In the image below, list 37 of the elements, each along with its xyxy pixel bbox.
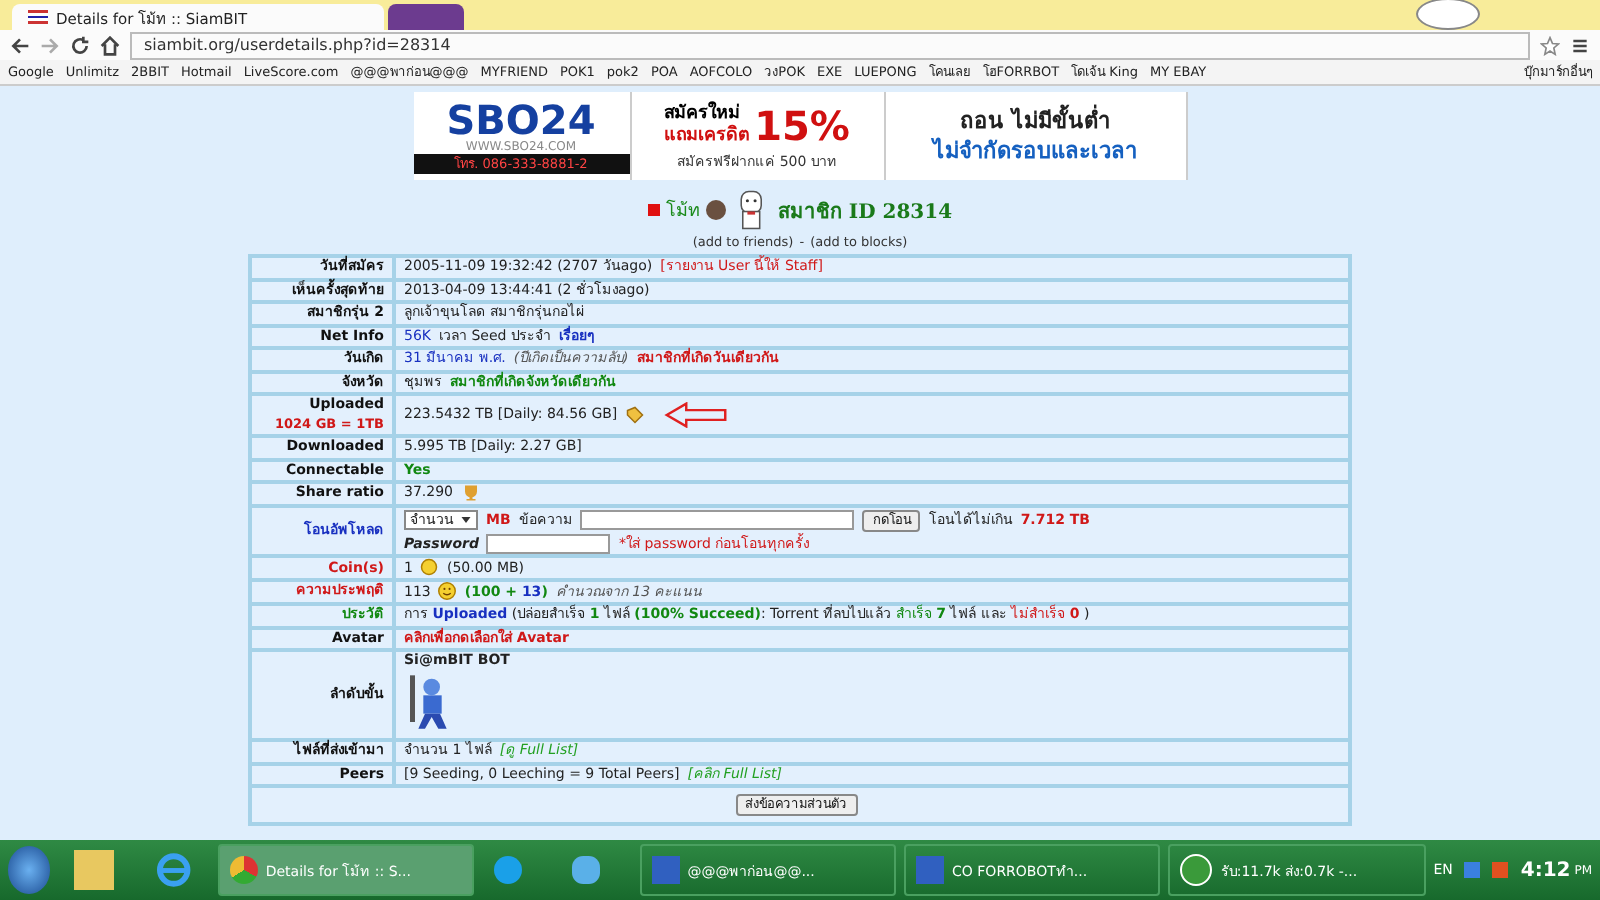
star-icon[interactable]	[1540, 35, 1560, 55]
folder-icon[interactable]	[74, 850, 115, 890]
status-icon	[647, 204, 660, 216]
tag-icon	[625, 406, 644, 424]
chrome-icon	[229, 856, 258, 884]
start-icon[interactable]	[8, 846, 51, 894]
address-bar[interactable]: siambit.org/userdetails.php?id=28314	[130, 31, 1530, 59]
menu-icon[interactable]	[1570, 35, 1590, 55]
avatar-icon	[705, 200, 726, 220]
clock-time[interactable]: 4:12	[1520, 859, 1571, 881]
ad-headline: ไม่จำกัดรอบและเวลา	[933, 136, 1137, 166]
message-field[interactable]	[580, 510, 855, 530]
computer-icon	[651, 856, 680, 884]
ad-percent: 15%	[754, 101, 850, 149]
ad-brand: SBO24	[446, 99, 596, 139]
people-icon	[572, 856, 601, 884]
trophy-icon	[461, 484, 479, 502]
ad-headline: สมัครใหม่	[664, 103, 743, 124]
flag-icon	[28, 10, 48, 24]
reload-icon[interactable]	[70, 35, 90, 55]
smiley-icon	[438, 582, 457, 601]
forward-icon[interactable]	[40, 35, 60, 55]
caret-icon	[460, 513, 472, 526]
coin-icon	[420, 558, 439, 577]
arrow-annotation	[659, 402, 732, 428]
home-icon[interactable]	[100, 35, 120, 55]
ad-headline: แถมเครดิต	[664, 125, 751, 147]
torrent-icon	[1180, 854, 1213, 886]
back-icon[interactable]	[10, 35, 30, 55]
computer-icon	[916, 856, 945, 884]
member-id: สมาชิก ID 28314	[777, 199, 953, 225]
browser-icon[interactable]	[154, 850, 194, 890]
skype-icon	[494, 856, 523, 884]
ad-panel[interactable]: ถอน ไม่มีขั้นต่ำ ไม่จำกัดรอบและเวลา	[885, 92, 1187, 180]
username: โม้ท	[665, 197, 700, 224]
ad-headline: ถอน ไม่มีขั้นต่ำ	[960, 106, 1110, 136]
password-field[interactable]	[486, 533, 611, 554]
